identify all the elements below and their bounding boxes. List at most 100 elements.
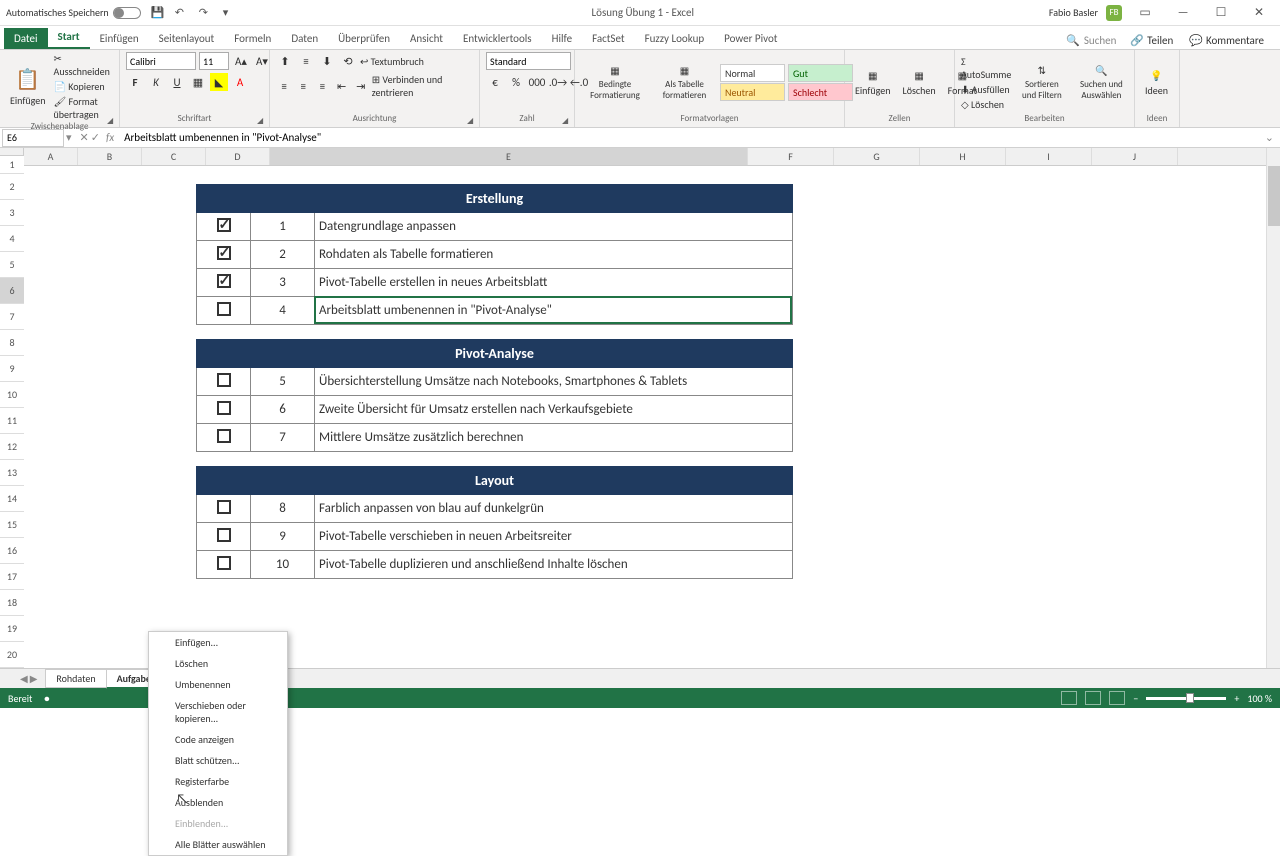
conditional-format-button[interactable]: ▦Bedingte Formatierung — [581, 62, 649, 103]
thousands-icon[interactable]: 000 — [528, 73, 546, 91]
style-normal[interactable]: Normal — [720, 64, 785, 82]
tab-powerpivot[interactable]: Power Pivot — [714, 28, 787, 49]
row-header-17[interactable]: 17 — [0, 564, 24, 590]
tab-pagelayout[interactable]: Seitenlayout — [149, 28, 225, 49]
row-header-12[interactable]: 12 — [0, 434, 24, 460]
copy-button[interactable]: 📄 Kopieren — [54, 80, 113, 93]
col-header-F[interactable]: F — [748, 148, 834, 165]
indent-inc-icon[interactable]: ⇥ — [353, 77, 369, 95]
user-name[interactable]: Fabio Basler — [1049, 6, 1098, 19]
row-header-8[interactable]: 8 — [0, 330, 24, 356]
row-header-3[interactable]: 3 — [0, 200, 24, 226]
tab-view[interactable]: Ansicht — [400, 28, 453, 49]
comments-button[interactable]: 💬 Kommentare — [1181, 32, 1272, 49]
font-size-input[interactable] — [199, 52, 229, 70]
checkbox-cell[interactable] — [197, 396, 251, 424]
ctx-insert[interactable]: Einfügen... — [149, 632, 287, 653]
row-header-9[interactable]: 9 — [0, 356, 24, 382]
row-header-20[interactable]: 20 — [0, 642, 24, 668]
sheet-nav-left-icon[interactable]: ◀ — [20, 672, 28, 685]
bold-icon[interactable]: F — [126, 73, 144, 91]
row-header-4[interactable]: 4 — [0, 226, 24, 252]
checkbox-cell[interactable] — [197, 297, 251, 325]
sort-filter-button[interactable]: ⇅Sortieren und Filtern — [1015, 62, 1068, 103]
fill-button[interactable]: ⬇ Ausfüllen — [961, 83, 1011, 96]
select-all-corner[interactable] — [0, 148, 24, 156]
align-launcher-icon[interactable]: ◢ — [467, 116, 477, 126]
tab-insert[interactable]: Einfügen — [90, 28, 149, 49]
ctx-move[interactable]: Verschieben oder kopieren... — [149, 695, 287, 729]
style-neutral[interactable]: Neutral — [720, 83, 785, 101]
col-header-G[interactable]: G — [834, 148, 920, 165]
col-header-D[interactable]: D — [206, 148, 270, 165]
ctx-selectall[interactable]: Alle Blätter auswählen — [149, 834, 287, 855]
ctx-viewcode[interactable]: Code anzeigen — [149, 729, 287, 750]
qat-dropdown-icon[interactable]: ▾ — [223, 6, 237, 20]
tab-review[interactable]: Überprüfen — [328, 28, 400, 49]
row-header-11[interactable]: 11 — [0, 408, 24, 434]
col-header-B[interactable]: B — [78, 148, 142, 165]
view-normal-icon[interactable] — [1061, 691, 1077, 705]
style-bad[interactable]: Schlecht — [788, 83, 853, 101]
close-icon[interactable]: ✕ — [1244, 3, 1274, 23]
font-color-icon[interactable]: A — [231, 73, 249, 91]
format-table-button[interactable]: ▦Als Tabelle formatieren — [653, 62, 716, 103]
tab-developer[interactable]: Entwicklertools — [453, 28, 542, 49]
font-name-input[interactable] — [126, 52, 196, 70]
vertical-scrollbar[interactable] — [1266, 148, 1280, 668]
tab-fuzzy[interactable]: Fuzzy Lookup — [635, 28, 715, 49]
insert-cells-button[interactable]: ▦Einfügen — [851, 67, 895, 99]
dec-inc-icon[interactable]: .0→ — [549, 73, 567, 91]
ideas-button[interactable]: 💡Ideen — [1141, 67, 1172, 99]
border-icon[interactable]: ▦ — [189, 73, 207, 91]
col-header-A[interactable]: A — [24, 148, 78, 165]
clipboard-launcher-icon[interactable]: ◢ — [107, 116, 117, 126]
orientation-icon[interactable]: ⟲ — [339, 52, 357, 70]
user-avatar[interactable]: FB — [1106, 5, 1122, 21]
tab-file[interactable]: Datei — [4, 28, 48, 49]
row-header-6[interactable]: 6 — [0, 278, 24, 304]
wrap-text-button[interactable]: ↩ Textumbruch — [360, 55, 424, 68]
row-header-13[interactable]: 13 — [0, 460, 24, 486]
align-center-icon[interactable]: ≡ — [295, 77, 311, 95]
toggle-off-icon[interactable] — [113, 7, 141, 19]
number-format-input[interactable] — [486, 52, 571, 70]
checkbox-cell[interactable] — [197, 523, 251, 551]
tab-formulas[interactable]: Formeln — [224, 28, 281, 49]
checkbox-cell[interactable] — [197, 368, 251, 396]
row-header-16[interactable]: 16 — [0, 538, 24, 564]
find-button[interactable]: 🔍Suchen und Auswählen — [1072, 62, 1130, 103]
zoom-slider[interactable] — [1146, 697, 1226, 700]
ctx-tabcolor[interactable]: Registerfarbe — [149, 771, 287, 792]
font-launcher-icon[interactable]: ◢ — [257, 116, 267, 126]
redo-icon[interactable]: ↷ — [199, 6, 213, 20]
view-pagelayout-icon[interactable] — [1085, 691, 1101, 705]
number-launcher-icon[interactable]: ◢ — [562, 116, 572, 126]
checkbox-cell[interactable] — [197, 241, 251, 269]
row-header-18[interactable]: 18 — [0, 590, 24, 616]
maximize-icon[interactable]: ☐ — [1206, 3, 1236, 23]
style-good[interactable]: Gut — [788, 64, 853, 82]
italic-icon[interactable]: K — [147, 73, 165, 91]
expand-formula-icon[interactable]: ⌄ — [1265, 131, 1274, 144]
increase-font-icon[interactable]: A▴ — [232, 52, 250, 70]
row-header-2[interactable]: 2 — [0, 174, 24, 200]
macro-record-icon[interactable]: ⏺ — [44, 692, 49, 705]
zoom-out-icon[interactable]: − — [1133, 692, 1138, 705]
undo-icon[interactable]: ↶ — [175, 6, 189, 20]
tab-help[interactable]: Hilfe — [542, 28, 582, 49]
align-middle-icon[interactable]: ≡ — [297, 52, 315, 70]
zoom-level[interactable]: 100 % — [1247, 692, 1272, 705]
sheet-tab-rohdaten[interactable]: Rohdaten — [45, 669, 106, 688]
percent-icon[interactable]: % — [507, 73, 525, 91]
search-box[interactable]: 🔍 Suchen — [1060, 32, 1122, 49]
tab-start[interactable]: Start — [48, 26, 90, 49]
tab-factset[interactable]: FactSet — [582, 28, 635, 49]
checkbox-cell[interactable] — [197, 551, 251, 579]
format-painter-button[interactable]: 🖌 Format übertragen — [54, 95, 113, 121]
save-icon[interactable]: 💾 — [151, 6, 165, 20]
checkbox-cell[interactable] — [197, 495, 251, 523]
view-pagebreak-icon[interactable] — [1109, 691, 1125, 705]
checkbox-cell[interactable] — [197, 269, 251, 297]
col-header-J[interactable]: J — [1092, 148, 1178, 165]
